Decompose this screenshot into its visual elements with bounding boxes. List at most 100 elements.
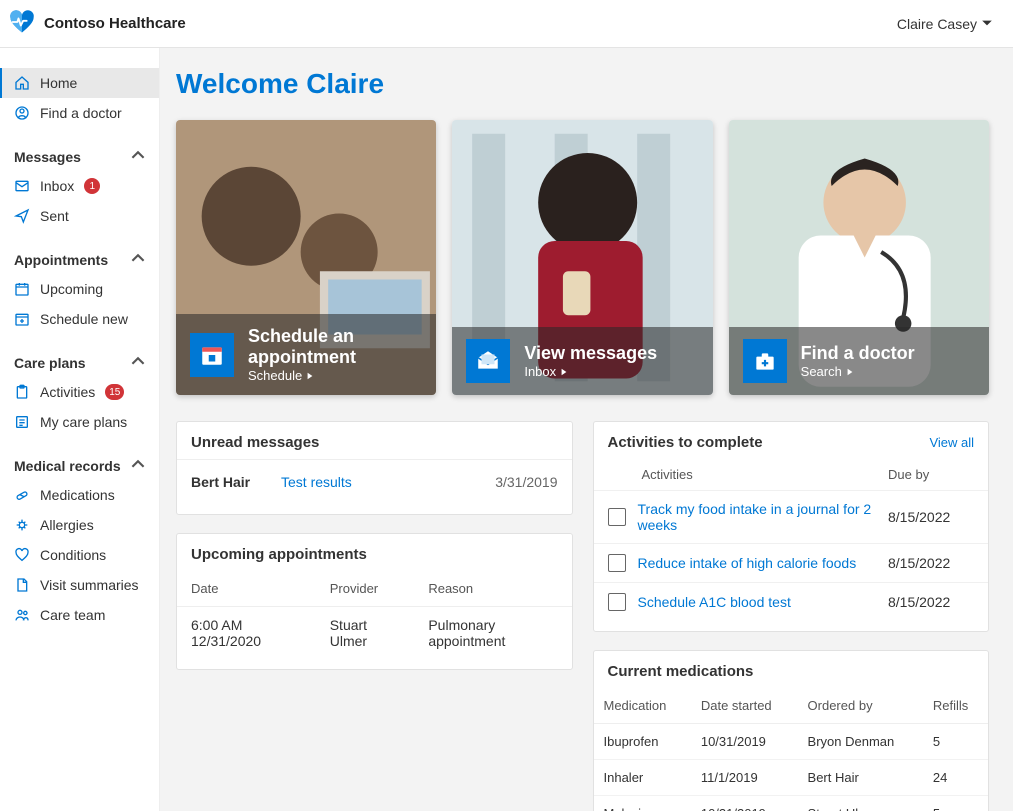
col-date: Date [177,571,316,607]
cell-ordered: Bert Hair [798,760,923,796]
sidebar-item-medications[interactable]: Medications [0,480,159,510]
sidebar-label: Visit summaries [40,577,139,593]
user-menu[interactable]: Claire Casey [897,16,993,32]
col-provider: Provider [316,571,415,607]
sidebar-item-home[interactable]: Home [0,68,159,98]
mail-icon [14,178,30,194]
section-label: Medical records [14,458,121,474]
cell-refills: 5 [923,724,988,760]
hero-find-doctor[interactable]: Find a doctor Search [729,120,989,395]
play-icon [560,364,568,379]
card-activities: Activities to complete View all Activiti… [593,421,990,632]
medical-bag-icon [743,339,787,383]
message-row[interactable]: Bert Hair Test results 3/31/2019 [177,459,572,504]
table-row[interactable]: Inhaler 11/1/2019 Bert Hair 24 [594,760,989,796]
section-label: Appointments [14,252,108,268]
activity-due: 8/15/2022 [888,555,974,571]
view-all-link[interactable]: View all [929,435,974,450]
sidebar-item-upcoming[interactable]: Upcoming [0,274,159,304]
allergy-icon [14,517,30,533]
brand-name: Contoso Healthcare [44,15,186,32]
chevron-up-icon [131,457,145,474]
table-row[interactable]: Meloxicam 10/21/2019 Stuart Ulmer 5 [594,796,989,811]
send-icon [14,208,30,224]
calendar-plus-icon [14,311,30,327]
sidebar-label: Care team [40,607,105,623]
hero-sub: Search [801,364,842,379]
col-ordered-by: Ordered by [798,688,923,724]
col-date-started: Date started [691,688,798,724]
topbar: Contoso Healthcare Claire Casey [0,0,1013,48]
caret-down-icon [981,16,993,32]
card-unread-messages: Unread messages Bert Hair Test results 3… [176,421,573,515]
sidebar-section-appointments[interactable]: Appointments [0,245,159,274]
activities-badge: 15 [105,384,124,400]
activity-due: 8/15/2022 [888,509,974,525]
user-name: Claire Casey [897,16,977,32]
cell-ordered: Bryon Denman [798,724,923,760]
sidebar-section-medical-records[interactable]: Medical records [0,451,159,480]
sidebar-item-care-team[interactable]: Care team [0,600,159,630]
inbox-badge: 1 [84,178,100,194]
hero-schedule-appointment[interactable]: Schedule an appointment Schedule [176,120,436,395]
sidebar-item-find-doctor[interactable]: Find a doctor [0,98,159,128]
col-due: Due by [888,467,974,482]
card-title: Current medications [608,663,754,680]
sidebar-label: Conditions [40,547,106,563]
sidebar-label: Find a doctor [40,105,122,121]
calendar-icon [14,281,30,297]
document-icon [14,577,30,593]
col-activity: Activities [642,467,889,482]
sidebar-item-sent[interactable]: Sent [0,201,159,231]
hero-title: View messages [524,343,657,364]
sidebar-item-activities[interactable]: Activities 15 [0,377,159,407]
sidebar-item-visit-summaries[interactable]: Visit summaries [0,570,159,600]
medications-table: Medication Date started Ordered by Refil… [594,688,989,811]
sidebar-section-care-plans[interactable]: Care plans [0,348,159,377]
heart-icon [14,547,30,563]
hero-sub: Schedule [248,368,302,383]
hero-view-messages[interactable]: View messages Inbox [452,120,712,395]
sidebar-item-schedule-new[interactable]: Schedule new [0,304,159,334]
welcome-heading: Welcome Claire [176,68,989,100]
cell-reason: Pulmonary appointment [414,607,571,660]
plan-icon [14,414,30,430]
sidebar-item-conditions[interactable]: Conditions [0,540,159,570]
card-title: Unread messages [191,434,319,451]
section-label: Messages [14,149,81,165]
col-reason: Reason [414,571,571,607]
activity-checkbox[interactable] [608,508,626,526]
sidebar-item-my-care-plans[interactable]: My care plans [0,407,159,437]
activity-due: 8/15/2022 [888,594,974,610]
card-medications: Current medications Medication Date star… [593,650,990,811]
mail-tile-icon [466,339,510,383]
activity-name[interactable]: Track my food intake in a journal for 2 … [638,501,877,533]
play-icon [846,364,854,379]
sidebar-section-messages[interactable]: Messages [0,142,159,171]
hero-overlay: Find a doctor Search [729,327,989,395]
hero-sub: Inbox [524,364,556,379]
message-subject[interactable]: Test results [281,474,495,490]
sidebar-label: Sent [40,208,69,224]
activity-checkbox[interactable] [608,593,626,611]
play-icon [306,368,314,383]
brand[interactable]: Contoso Healthcare [8,8,186,39]
clipboard-icon [14,384,30,400]
activity-name[interactable]: Schedule A1C blood test [638,594,877,610]
card-title: Upcoming appointments [191,546,367,563]
sidebar-item-allergies[interactable]: Allergies [0,510,159,540]
table-row[interactable]: 6:00 AM 12/31/2020 Stuart Ulmer Pulmonar… [177,607,572,660]
activity-checkbox[interactable] [608,554,626,572]
cell-provider: Stuart Ulmer [316,607,415,660]
sidebar: Home Find a doctor Messages Inbox 1 [0,48,160,811]
sidebar-item-inbox[interactable]: Inbox 1 [0,171,159,201]
col-refills: Refills [923,688,988,724]
sidebar-label: Home [40,75,77,91]
heart-logo-icon [8,8,36,39]
card-title: Activities to complete [608,434,763,451]
cell-date: 6:00 AM 12/31/2020 [177,607,316,660]
activity-name[interactable]: Reduce intake of high calorie foods [638,555,877,571]
pill-icon [14,487,30,503]
table-row[interactable]: Ibuprofen 10/31/2019 Bryon Denman 5 [594,724,989,760]
doctor-icon [14,105,30,121]
